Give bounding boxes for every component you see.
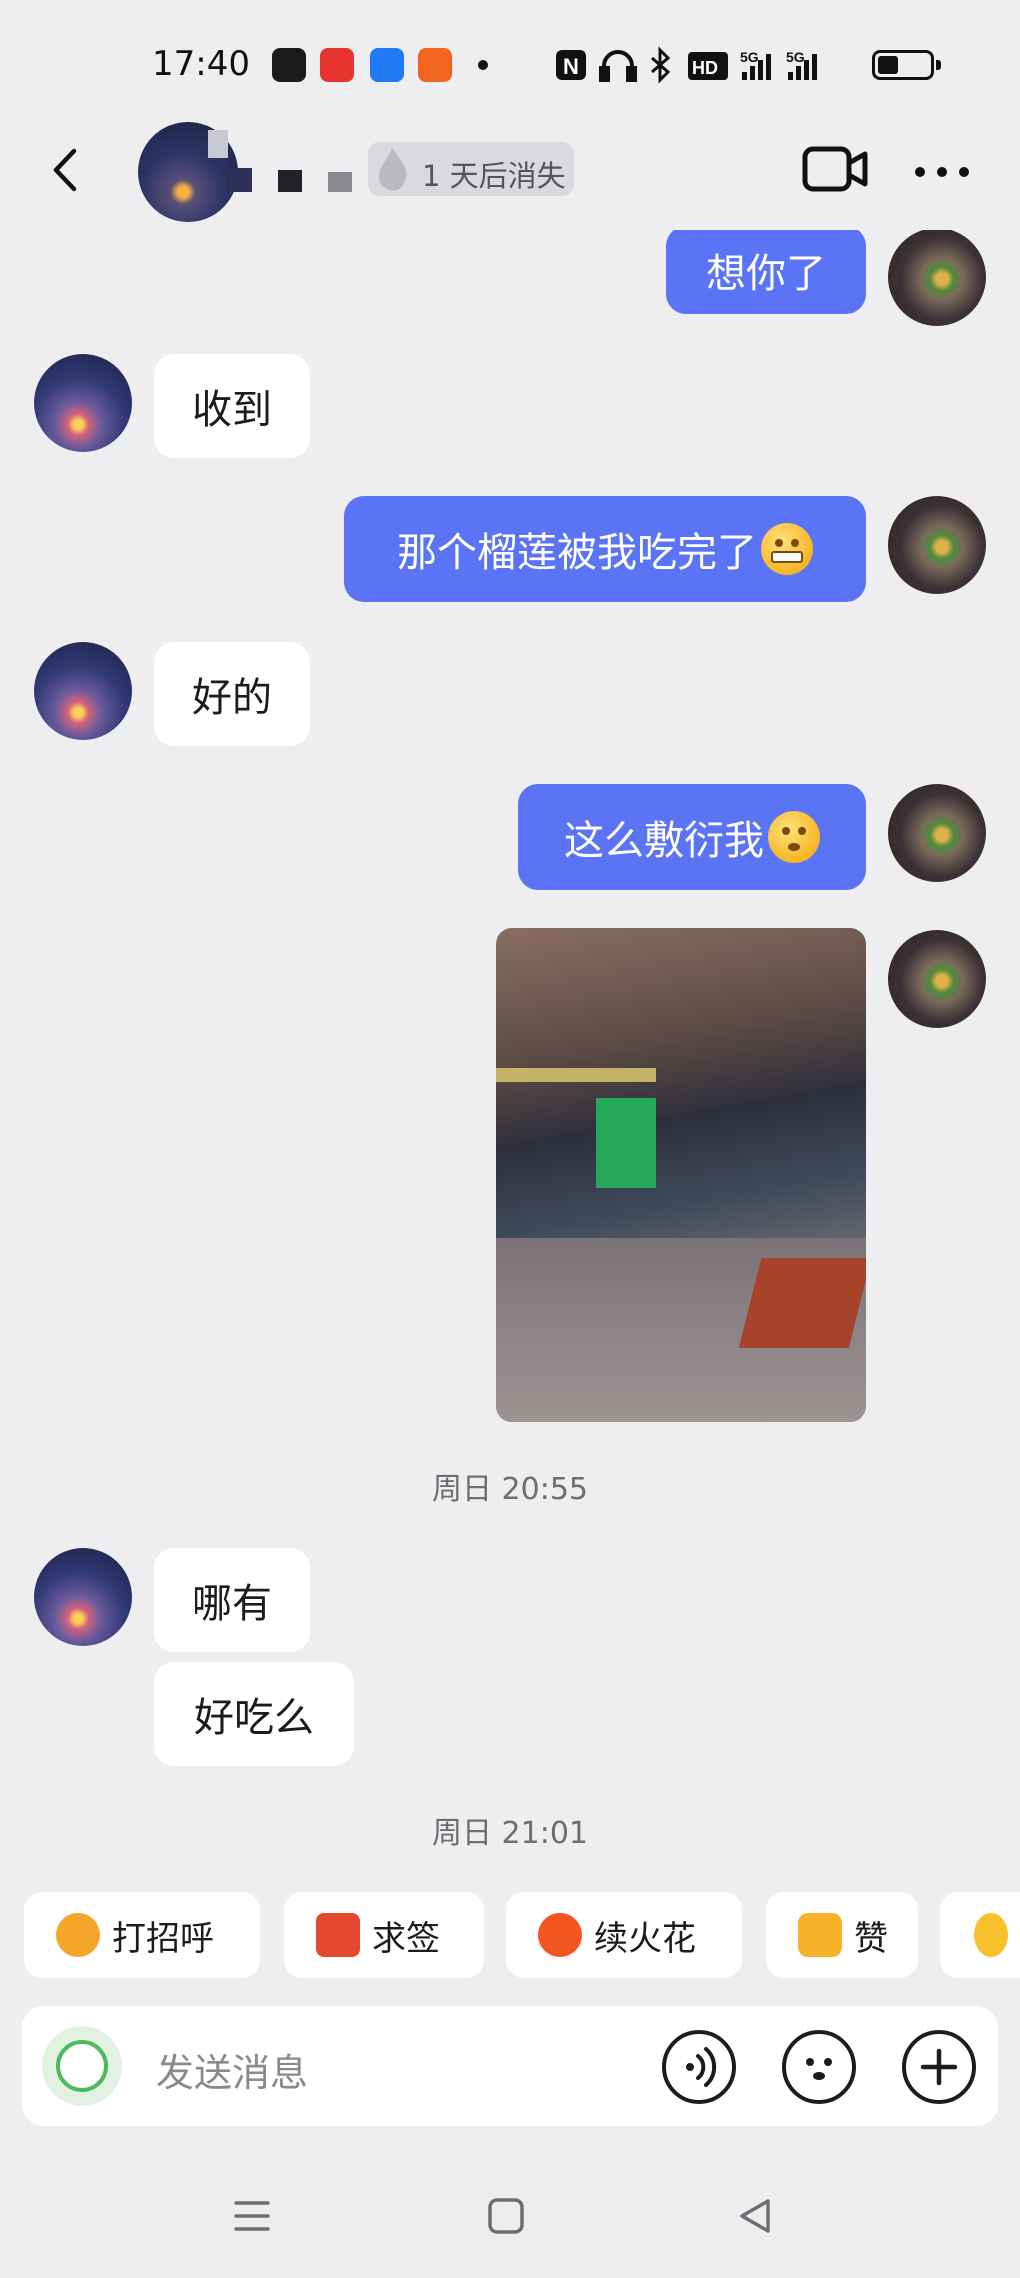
quick-action-greet[interactable]: 打招呼 <box>24 1892 260 1978</box>
svg-text:5G: 5G <box>740 49 759 65</box>
signal-icon: 5G <box>740 49 771 80</box>
message-input[interactable]: 发送消息 <box>156 2042 308 2097</box>
back-arrow-icon[interactable] <box>44 145 84 195</box>
message-bubble-incoming[interactable]: 好吃么 <box>154 1662 354 1766</box>
photo-green-sign <box>596 1098 656 1188</box>
quick-action-fortune[interactable]: 求签 <box>284 1892 484 1978</box>
quick-action-label: 续火花 <box>594 1918 696 1959</box>
app-icon-xiaohongshu <box>320 48 354 82</box>
battery-icon <box>872 50 941 80</box>
svg-text:5G: 5G <box>786 49 805 65</box>
grimacing-emoji-icon <box>761 523 813 575</box>
back-nav-icon[interactable] <box>734 2196 774 2236</box>
bluetooth-icon <box>651 46 671 84</box>
message-image[interactable] <box>496 928 866 1422</box>
more-plus-button[interactable] <box>902 2030 976 2104</box>
thumbs-up-icon <box>798 1913 842 1957</box>
contact-message-avatar[interactable] <box>34 354 132 452</box>
voice-input-button[interactable] <box>662 2030 736 2104</box>
quick-action-like[interactable]: 赞 <box>766 1892 918 1978</box>
nfc-icon: N <box>556 50 586 80</box>
laughing-emoji-icon <box>974 1913 1008 1957</box>
message-bubble-outgoing[interactable]: 想你了 <box>666 230 866 314</box>
quick-action-spark[interactable]: 续火花 <box>506 1892 742 1978</box>
headphones-icon <box>599 50 637 82</box>
menu-icon[interactable] <box>232 2198 272 2234</box>
wave-emoji-icon <box>56 1913 100 1957</box>
smiley-icon <box>806 2058 832 2080</box>
home-icon[interactable] <box>486 2196 526 2236</box>
svg-text:N: N <box>563 54 579 79</box>
status-icons: N HD 5G 5G <box>556 46 817 84</box>
contact-message-avatar[interactable] <box>34 642 132 740</box>
my-avatar[interactable] <box>888 230 986 326</box>
app-icon-bilibili <box>370 48 404 82</box>
fortune-stick-icon <box>316 1913 360 1957</box>
plus-icon <box>920 2048 958 2086</box>
signal-icon-2: 5G <box>786 49 817 80</box>
my-avatar[interactable] <box>888 930 986 1028</box>
message-bubble-incoming[interactable]: 哪有 <box>154 1548 310 1652</box>
status-time: 17:40 <box>152 44 250 84</box>
message-bubble-outgoing[interactable]: 那个榴莲被我吃完了 <box>344 496 866 602</box>
message-text: 那个榴莲被我吃完了 <box>397 530 757 576</box>
disappear-label: 1 天后消失 <box>422 159 566 193</box>
contact-message-avatar[interactable] <box>34 1548 132 1646</box>
football-icon-inner <box>56 2040 108 2092</box>
message-bubble-outgoing[interactable]: 这么敷衍我 <box>518 784 866 890</box>
app-icon-kuaishou <box>418 48 452 82</box>
photo-bench <box>738 1258 866 1348</box>
quick-action-label: 赞 <box>854 1918 888 1959</box>
photo-light-strip <box>496 1068 656 1082</box>
notification-dot-icon <box>478 60 488 70</box>
my-avatar[interactable] <box>888 784 986 882</box>
flame-icon <box>378 148 407 191</box>
message-timestamp: 周日 20:55 <box>432 1472 588 1507</box>
svg-text:HD: HD <box>692 58 718 78</box>
flame-icon <box>538 1913 582 1957</box>
message-text: 这么敷衍我 <box>564 818 764 864</box>
voice-icon <box>686 2047 717 2087</box>
more-options-icon[interactable] <box>914 166 970 178</box>
my-avatar[interactable] <box>888 496 986 594</box>
emoji-button[interactable] <box>782 2030 856 2104</box>
quick-action-label: 打招呼 <box>112 1918 214 1959</box>
quick-action-label: 求签 <box>372 1918 440 1959</box>
video-call-icon[interactable] <box>802 146 868 192</box>
message-timestamp: 周日 21:01 <box>432 1816 588 1851</box>
hd-icon: HD <box>688 52 728 80</box>
app-icon-dewu <box>272 48 306 82</box>
kissing-emoji-icon <box>768 811 820 863</box>
message-bubble-incoming[interactable]: 收到 <box>154 354 310 458</box>
quick-action-more[interactable] <box>940 1892 1020 1978</box>
contact-name[interactable] <box>198 120 364 196</box>
message-bubble-incoming[interactable]: 好的 <box>154 642 310 746</box>
